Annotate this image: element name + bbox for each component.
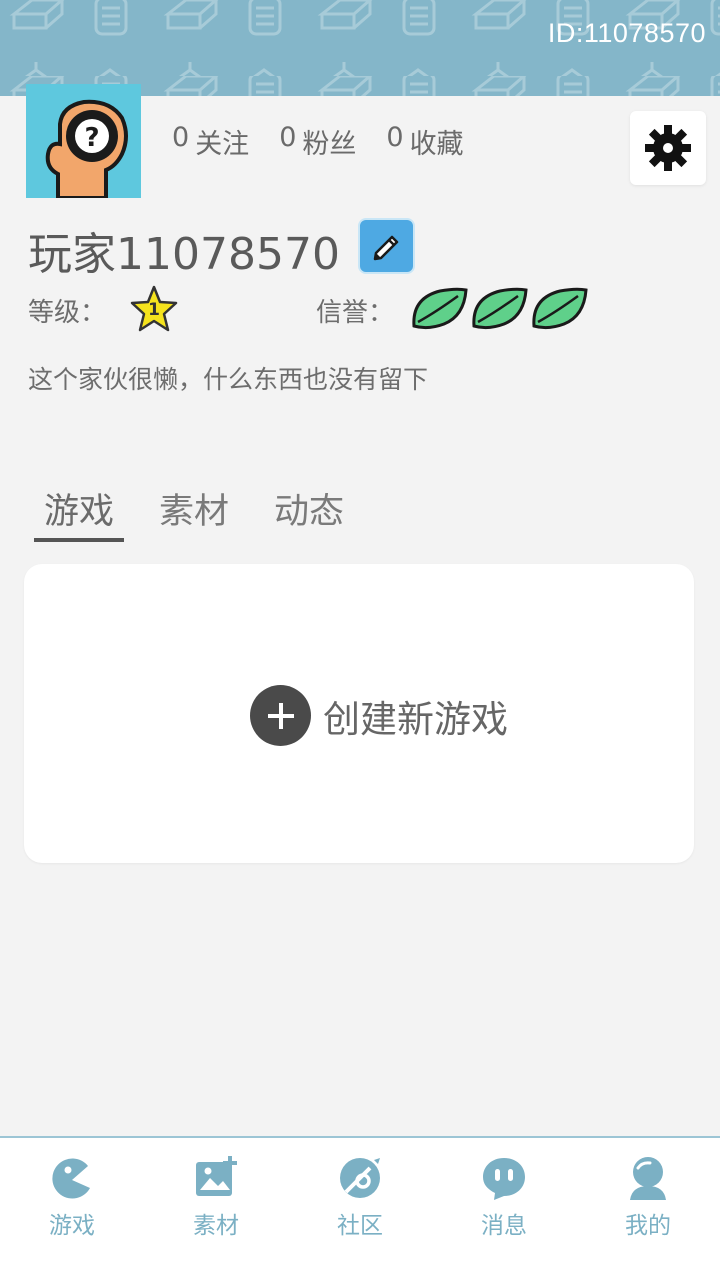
level-value: 1 [148, 300, 160, 320]
credit-leaves [410, 286, 588, 330]
stat-fans[interactable]: 0 粉丝 [279, 122, 356, 161]
stat-favorites-label: 收藏 [409, 129, 464, 160]
stat-following-label: 关注 [195, 129, 250, 160]
user-icon [630, 1157, 666, 1200]
chat-bubble-icon [483, 1158, 525, 1200]
edit-profile-button[interactable] [358, 218, 415, 274]
profile-stats: 0 关注 0 粉丝 0 收藏 [172, 122, 464, 161]
svg-text:?: ? [84, 123, 99, 153]
level-label: 等级： [28, 298, 107, 328]
credit-label: 信誉： [316, 298, 395, 328]
stat-fans-count: 0 [279, 122, 297, 153]
user-id: ID:11078570 [547, 18, 706, 48]
bio-text: 这个家伙很懒，什么东西也没有留下 [28, 365, 429, 394]
tab-assets[interactable]: 素材 [149, 486, 239, 542]
bottom-nav: 游戏 素材 社区 消息 我的 [0, 1136, 720, 1280]
plus-icon [250, 685, 311, 746]
content-tabs: 游戏 素材 动态 [34, 486, 379, 542]
stat-favorites-count: 0 [386, 122, 404, 153]
tab-games[interactable]: 游戏 [34, 486, 125, 542]
leaf-icon [472, 287, 528, 330]
stat-favorites[interactable]: 0 收藏 [386, 122, 463, 161]
nav-assets[interactable]: 素材 [144, 1138, 288, 1248]
tab-activity[interactable]: 动态 [264, 486, 354, 542]
nav-assets-label: 素材 [193, 1213, 239, 1239]
tab-active-indicator [34, 538, 125, 542]
image-add-icon [196, 1156, 237, 1196]
pacman-icon [52, 1158, 90, 1199]
header-banner: ID:11078570 [0, 0, 720, 96]
create-game-card[interactable]: 创建新游戏 [24, 564, 694, 863]
create-game-button[interactable]: 创建新游戏 [250, 685, 508, 746]
nav-messages-label: 消息 [481, 1213, 527, 1239]
nav-messages[interactable]: 消息 [432, 1138, 576, 1248]
stat-following-count: 0 [172, 122, 190, 153]
tab-games-label: 游戏 [44, 492, 115, 532]
nav-profile[interactable]: 我的 [576, 1138, 720, 1248]
nav-games[interactable]: 游戏 [0, 1138, 144, 1248]
pencil-icon [373, 235, 398, 261]
gear-icon [645, 125, 691, 171]
nav-profile-label: 我的 [625, 1213, 671, 1239]
stat-following[interactable]: 0 关注 [172, 122, 249, 161]
compass-icon [340, 1158, 380, 1198]
leaf-icon [532, 287, 588, 330]
settings-button[interactable] [630, 111, 706, 185]
nav-community[interactable]: 社区 [288, 1138, 432, 1248]
create-game-label: 创建新游戏 [323, 697, 508, 741]
tab-assets-label: 素材 [159, 492, 230, 532]
leaf-icon [412, 287, 468, 330]
avatar-character-icon: ? [45, 99, 128, 200]
tab-activity-label: 动态 [274, 492, 345, 532]
stat-fans-label: 粉丝 [302, 129, 357, 160]
nav-games-label: 游戏 [49, 1213, 95, 1239]
nav-community-label: 社区 [337, 1213, 383, 1239]
avatar[interactable]: ? [26, 84, 141, 200]
username: 玩家11078570 [28, 229, 340, 280]
